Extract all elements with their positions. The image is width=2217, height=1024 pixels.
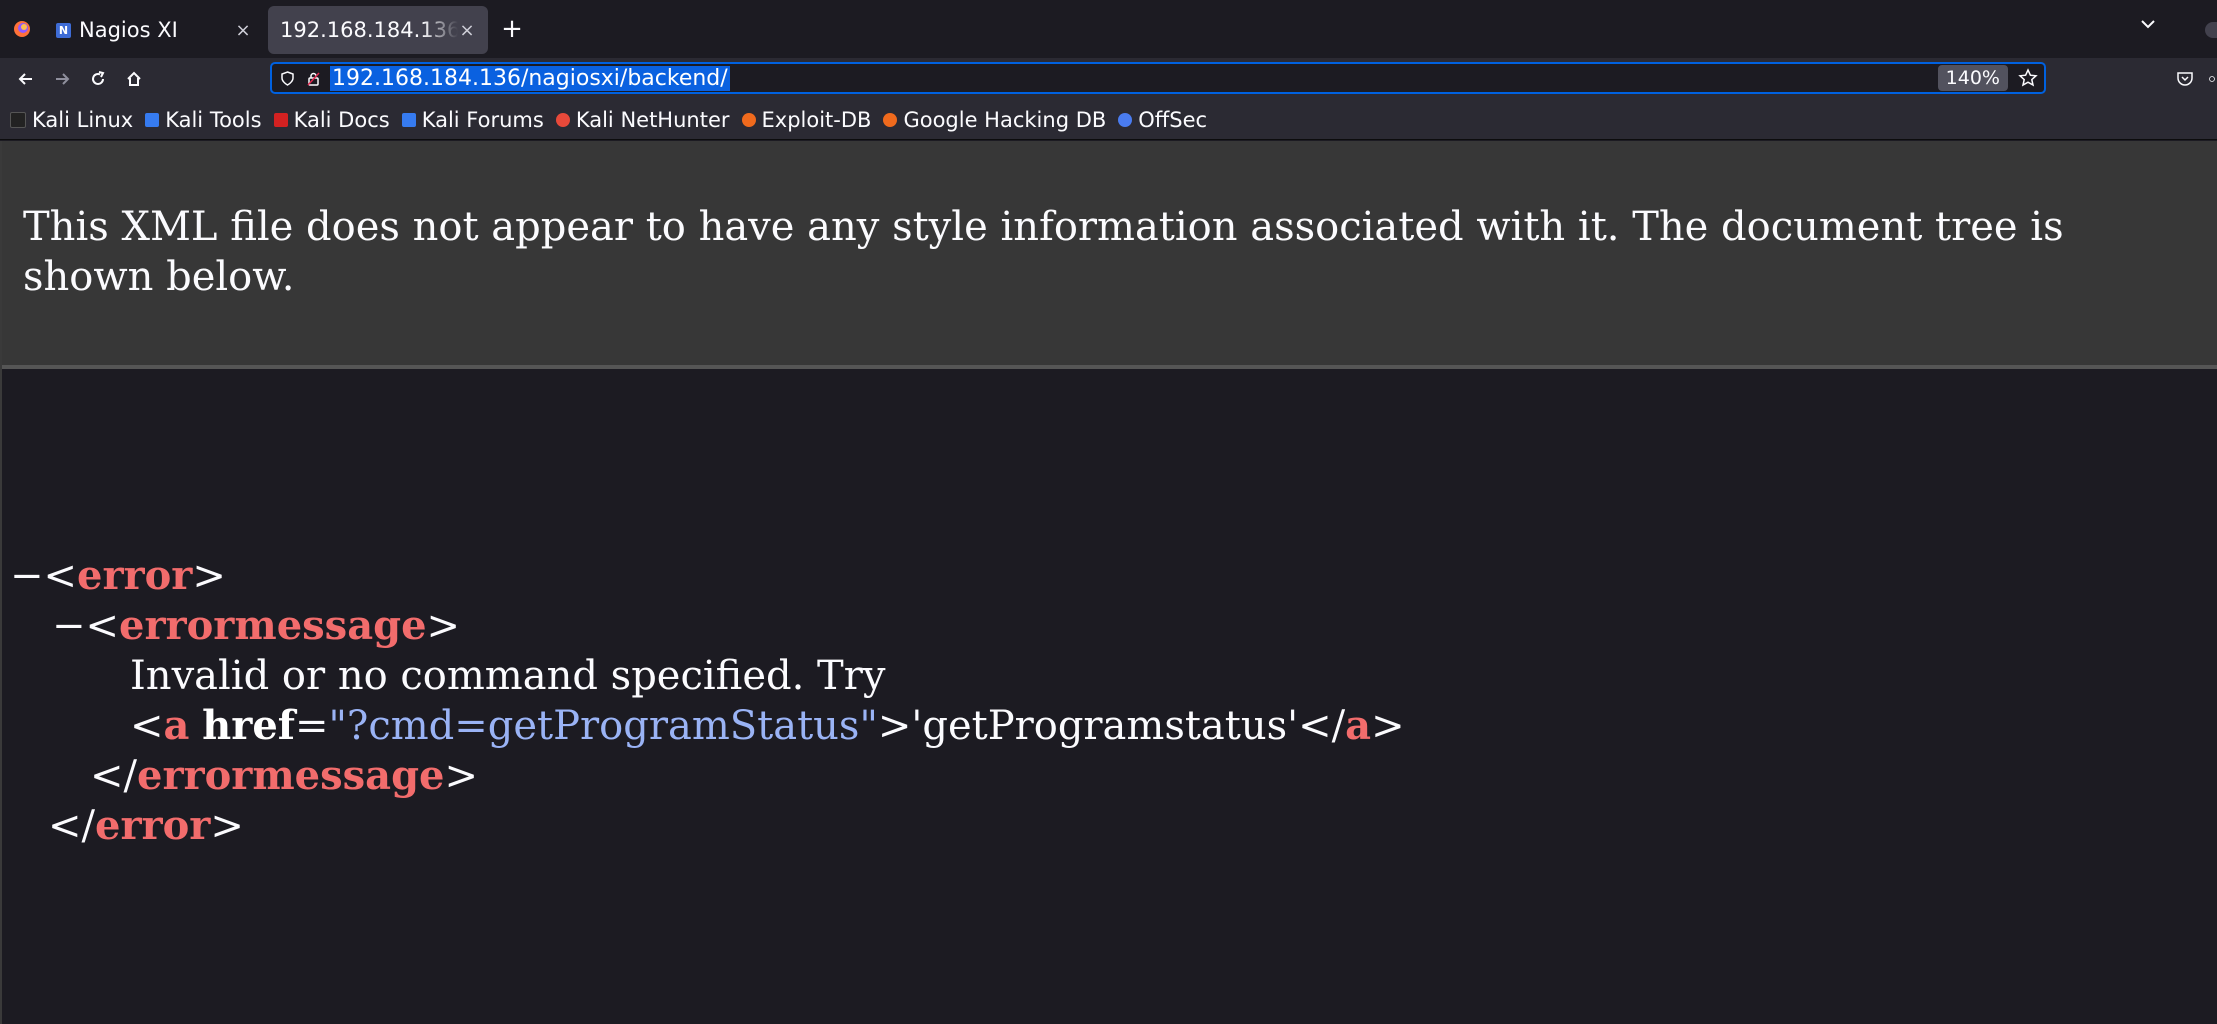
exploit-db-icon (741, 112, 756, 127)
collapse-toggle[interactable]: − (10, 553, 44, 599)
kali-dragon-icon (10, 111, 26, 128)
kali-forums-icon (401, 112, 416, 127)
bookmark-exploit-db[interactable]: Exploit-DB (741, 108, 871, 132)
list-all-tabs-chevron-icon[interactable] (2139, 14, 2157, 39)
back-arrow-icon[interactable] (8, 61, 44, 97)
xml-message-text: Invalid or no command specified. Try (130, 653, 886, 699)
bookmark-kali-linux[interactable]: Kali Linux (10, 108, 133, 132)
offsec-icon (1118, 112, 1133, 127)
bookmarks-toolbar: Kali Linux Kali Tools Kali Docs Kali For… (0, 100, 2217, 140)
bookmark-kali-docs[interactable]: Kali Docs (273, 108, 390, 132)
tab-nagios-xi[interactable]: N Nagios XI × (44, 6, 264, 54)
xml-tag-name: a (1345, 702, 1372, 749)
navigation-toolbar: 192.168.184.136/nagiosxi/backend/ 140% (0, 58, 2217, 100)
xml-tag-name: error (95, 802, 211, 849)
url-text[interactable]: 192.168.184.136/nagiosxi/backend/ (330, 65, 730, 91)
reload-icon[interactable] (80, 61, 116, 97)
xml-attribute-name: href (202, 702, 295, 749)
xml-child-close-line: </errormessage> (90, 752, 479, 799)
xml-link-text: 'getProgramstatus' (911, 703, 1299, 749)
bookmark-offsec[interactable]: OffSec (1118, 108, 1207, 132)
kali-tools-icon (145, 112, 160, 127)
xml-tag-name: error (77, 552, 193, 599)
xml-attribute-value: "?cmd=getProgramStatus" (328, 703, 878, 749)
nagios-favicon-icon: N (56, 22, 71, 38)
forward-arrow-icon[interactable] (44, 61, 80, 97)
ghdb-icon (883, 112, 898, 127)
xml-tag-name: errormessage (137, 752, 445, 799)
bookmark-kali-forums[interactable]: Kali Forums (401, 108, 544, 132)
bookmark-kali-nethunter[interactable]: Kali NetHunter (555, 108, 730, 132)
tracking-shield-icon[interactable] (274, 70, 300, 86)
tab-backend[interactable]: 192.168.184.136/nagiosxi/backend/ × (268, 6, 488, 54)
bookmark-google-hacking-db[interactable]: Google Hacking DB (883, 108, 1106, 132)
pocket-icon[interactable] (2175, 69, 2195, 89)
tab-strip: N Nagios XI × 192.168.184.136/nagiosxi/b… (0, 0, 2217, 58)
collapse-toggle[interactable]: − (52, 603, 86, 649)
home-icon[interactable] (116, 61, 152, 97)
xml-style-info-banner: This XML file does not appear to have an… (2, 141, 2217, 369)
window-control-edge (2205, 22, 2217, 38)
xml-root-open-line: −<error> (10, 552, 226, 599)
kali-docs-icon (273, 112, 288, 127)
page-content: This XML file does not appear to have an… (0, 141, 2217, 1024)
xml-tag-name: errormessage (119, 602, 427, 649)
xml-info-text: This XML file does not appear to have an… (23, 204, 2064, 300)
close-tab-icon[interactable]: × (458, 20, 476, 41)
bookmark-kali-tools[interactable]: Kali Tools (145, 108, 262, 132)
new-tab-button[interactable]: + (488, 5, 536, 53)
bookmark-star-icon[interactable] (2018, 68, 2038, 88)
xml-root-close-line: </error> (48, 802, 244, 849)
xml-tag-name: a (163, 702, 190, 749)
firefox-menu-icon[interactable] (0, 0, 44, 58)
xml-child-open-line: −<errormessage> (52, 602, 461, 649)
xml-link-line: <a href="?cmd=getProgramStatus">'getProg… (130, 702, 1405, 749)
tab-title: Nagios XI (79, 18, 178, 42)
insecure-lock-icon[interactable] (300, 71, 326, 86)
address-bar[interactable]: 192.168.184.136/nagiosxi/backend/ 140% (270, 62, 2046, 94)
zoom-level-button[interactable]: 140% (1937, 65, 2008, 91)
kali-nethunter-icon (555, 112, 570, 127)
extensions-icon[interactable] (2207, 69, 2217, 89)
tab-title: 192.168.184.136/nagiosxi/backend/ (280, 18, 458, 42)
close-tab-icon[interactable]: × (234, 20, 252, 41)
